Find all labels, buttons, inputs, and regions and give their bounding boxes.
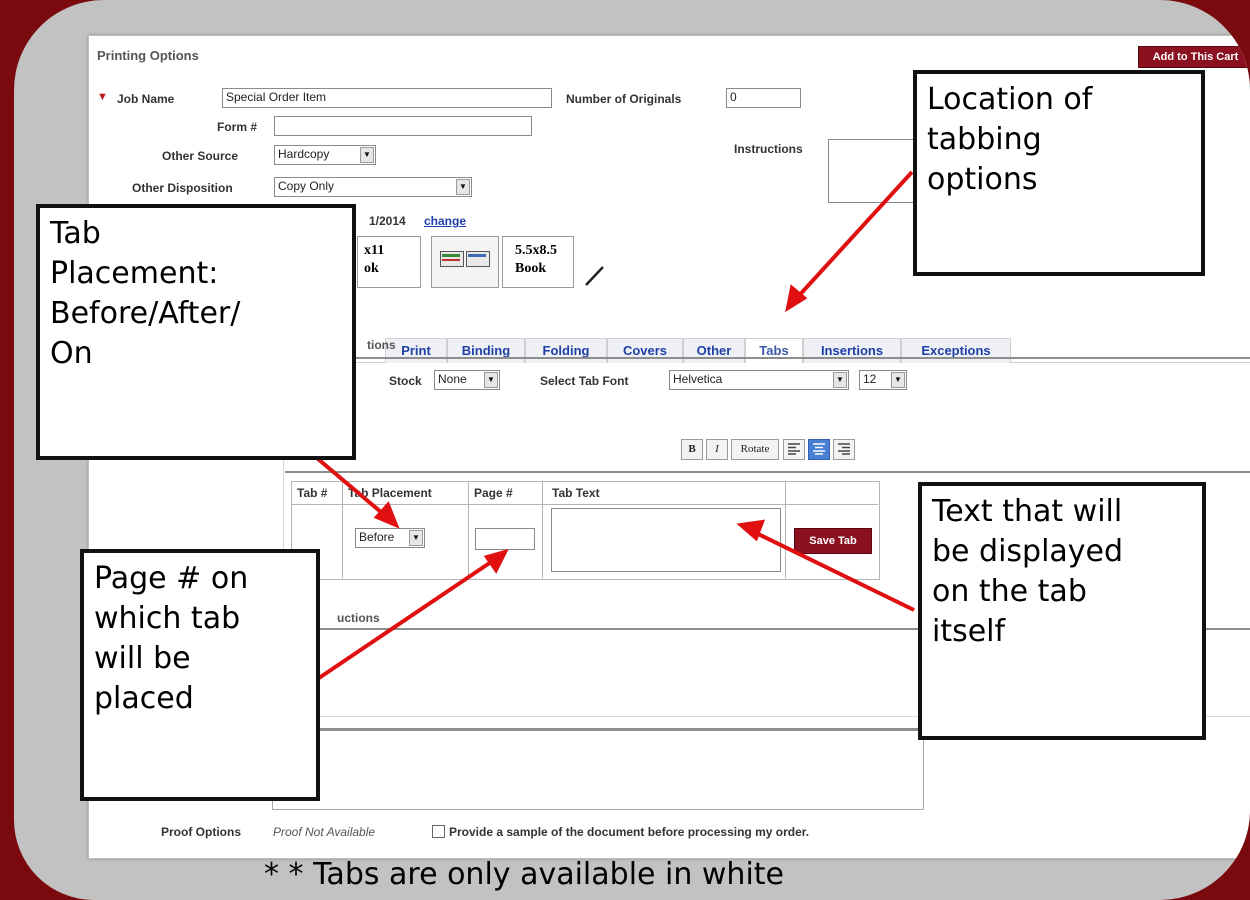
arrow-to-tabs-tab	[793, 170, 914, 302]
slide-background: Printing Options Add to This Cart ▼ Job …	[14, 0, 1250, 900]
arrow-head	[483, 548, 509, 574]
callout-line: on the tab	[932, 573, 1087, 609]
callout-tab-text: Text that will be displayed on the tab i…	[918, 482, 1206, 740]
callout-line: On	[50, 335, 93, 371]
callout-page-number: Page # on which tab will be placed	[80, 549, 320, 801]
callout-line: Location of	[927, 82, 1093, 117]
callout-line: itself	[932, 613, 1006, 649]
callout-tab-placement: Tab Placement: Before/After/ On	[36, 204, 356, 460]
callout-line: Text that will	[932, 494, 1123, 529]
callout-line: placed	[94, 680, 194, 716]
callout-line: options	[927, 161, 1038, 197]
arrow-to-page-number	[314, 556, 499, 682]
arrow-head	[736, 519, 766, 542]
callout-line: Tab	[50, 216, 101, 251]
callout-line: which tab	[94, 600, 241, 636]
callout-line: Placement:	[50, 255, 219, 291]
callout-line: tabbing	[927, 121, 1042, 157]
callout-line: Page # on	[94, 561, 249, 596]
callout-line: Before/After/	[50, 295, 241, 331]
callout-location-of-tabbing-options: Location of tabbing options	[913, 70, 1205, 276]
callout-line: be displayed	[932, 533, 1124, 569]
arrow-head	[373, 501, 400, 529]
footnote: * * Tabs are only available in white	[264, 857, 785, 892]
callout-line: will be	[94, 640, 191, 676]
arrow-to-tab-text	[749, 528, 915, 612]
